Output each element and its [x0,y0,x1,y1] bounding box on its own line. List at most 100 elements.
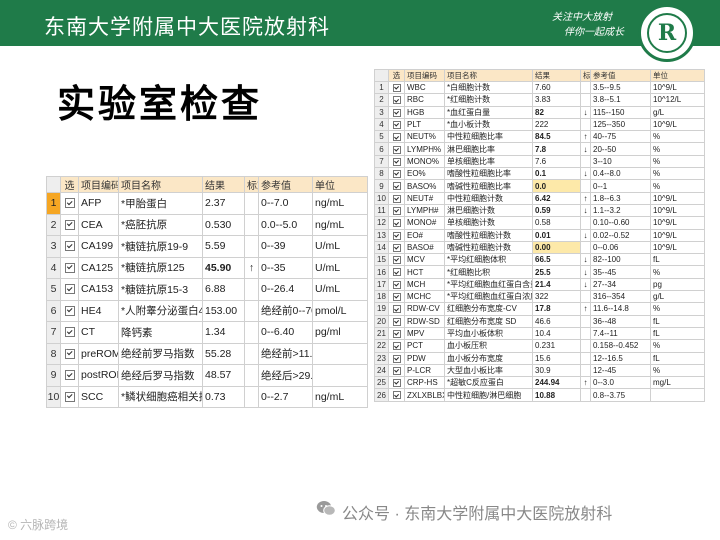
row-number[interactable]: 24 [374,363,389,378]
checkbox-checked-icon[interactable] [64,391,75,402]
blood-routine-row[interactable]: 6 LYMPH% 淋巴细胞比率 7.8 ↓ 20--50% [374,142,705,156]
blood-routine-col-header[interactable]: 单位 [650,69,705,82]
row-number[interactable]: 26 [374,388,389,402]
blood-routine-col-header[interactable]: 项目名称 [444,69,533,82]
blood-routine-row[interactable]: 12 MONO# 单核细胞计数 0.58 0.10--0.60 10^9/L [374,216,705,230]
select-cell[interactable] [60,299,79,322]
checkbox-checked-icon[interactable] [392,280,401,289]
blood-routine-row[interactable]: 18 MCHC *平均红细胞血红蛋白浓度 322 316--354 g/L [374,290,705,304]
blood-routine-row[interactable]: 1 WBC *白细胞计数 7.60 3.5--9.5 10^9/L [374,80,705,95]
checkbox-checked-icon[interactable] [64,284,75,295]
select-cell[interactable] [388,326,405,341]
tumor-marker-col-header[interactable]: 项目名称 [118,176,203,193]
blood-routine-row[interactable]: 4 PLT *血小板计数 222 125--350 10^9/L [374,117,705,132]
checkbox-checked-icon[interactable] [64,370,75,381]
blood-routine-row[interactable]: 25 CRP-HS *超敏C反应蛋白 244.94 ↑ 0--3.0 mg/L [374,376,705,390]
checkbox-checked-icon[interactable] [392,182,401,191]
row-number[interactable]: 25 [374,376,389,390]
blood-routine-row[interactable]: 2 RBC *红细胞计数 3.83 3.8--5.1 10^12/L [374,93,705,107]
tumor-marker-col-header[interactable]: 单位 [312,176,368,193]
tumor-marker-row[interactable]: 6 HE4*人附睾分泌蛋白4153.00 绝经前0--70;pmol/L [46,299,368,322]
checkbox-checked-icon[interactable] [64,241,75,252]
checkbox-checked-icon[interactable] [392,84,401,93]
select-cell[interactable] [388,376,405,390]
select-cell[interactable] [388,363,405,378]
tumor-marker-col-header[interactable]: 结果 [202,176,245,193]
checkbox-checked-icon[interactable] [392,157,401,166]
blood-routine-row[interactable]: 20 RDW-SD 红细胞分布宽度 SD 46.6 36--48 fL [374,314,705,328]
select-cell[interactable] [388,253,405,267]
checkbox-checked-icon[interactable] [392,96,401,105]
tumor-marker-row[interactable]: 2 CEA *癌胚抗原 0.530 0.0--5.0 ng/mL [46,213,368,236]
blood-routine-row[interactable]: 17 MCH *平均红细胞血红蛋白含量 21.4 ↓ 27--34 pg [374,277,705,292]
tumor-marker-row[interactable]: 5 CA153 *糖链抗原15-3 6.88 0--26.4 U/mL [46,278,368,301]
checkbox-checked-icon[interactable] [392,391,401,400]
row-number[interactable]: 2 [46,213,61,236]
select-cell[interactable] [388,117,405,132]
select-cell[interactable] [388,314,405,328]
checkbox-checked-icon[interactable] [64,348,75,359]
blood-routine-row[interactable]: 10 NEUT# 中性粒细胞计数 6.42 ↑ 1.8--6.3 10^9/L [374,191,705,205]
blood-routine-row[interactable]: 14 BASO# 嗜碱性粒细胞计数 0.00 0--0.06 10^9/L [374,240,705,255]
row-number[interactable]: 20 [374,314,389,328]
tumor-marker-row[interactable]: 9 postROMA绝经后罗马指数48.57 绝经后>29.9 % [46,364,368,387]
row-number[interactable]: 13 [374,228,389,242]
select-cell[interactable] [388,179,405,193]
blood-routine-col-header[interactable]: 参考值 [590,69,651,82]
row-number[interactable]: 18 [374,290,389,304]
checkbox-checked-icon[interactable] [392,329,401,338]
select-cell[interactable] [60,235,79,258]
blood-routine-row[interactable]: 3 HGB *血红蛋白量 82 ↓ 115--150 g/L [374,105,705,119]
checkbox-checked-icon[interactable] [392,194,401,203]
select-cell[interactable] [388,351,405,365]
select-cell[interactable] [60,342,79,365]
row-number[interactable]: 6 [374,142,389,156]
select-cell[interactable] [388,80,405,95]
row-number[interactable]: 1 [46,192,61,215]
select-cell[interactable] [388,167,405,181]
row-number[interactable]: 7 [374,154,389,169]
row-number[interactable]: 21 [374,326,389,341]
row-number[interactable]: 22 [374,339,389,353]
tumor-marker-row[interactable]: 1 AFP *甲胎蛋白 2.37 0--7.0 ng/mL [46,192,368,215]
select-cell[interactable] [60,321,79,344]
select-cell[interactable] [388,142,405,156]
row-number[interactable]: 5 [46,278,61,301]
checkbox-checked-icon[interactable] [64,327,75,338]
row-number[interactable]: 12 [374,216,389,230]
checkbox-checked-icon[interactable] [392,256,401,265]
blood-routine-row[interactable]: 5 NEUT% 中性粒细胞比率 84.5 ↑ 40--75% [374,130,705,144]
checkbox-checked-icon[interactable] [392,366,401,375]
row-number[interactable]: 10 [46,385,61,408]
checkbox-checked-icon[interactable] [392,342,401,351]
select-cell[interactable] [60,213,79,236]
checkbox-checked-icon[interactable] [392,268,401,277]
select-cell[interactable] [388,388,405,402]
checkbox-checked-icon[interactable] [392,231,401,240]
select-cell[interactable] [388,105,405,119]
select-cell[interactable] [388,191,405,205]
select-cell[interactable] [388,203,405,218]
checkbox-checked-icon[interactable] [392,108,401,117]
blood-routine-row[interactable]: 22 PCT 血小板压积 0.231 0.158--0.452% [374,339,705,353]
blood-routine-row[interactable]: 7 MONO% 单核细胞比率 7.6 3--10% [374,154,705,169]
select-cell[interactable] [388,240,405,255]
row-number[interactable]: 4 [374,117,389,132]
blood-routine-row[interactable]: 16 HCT *红细胞比积 25.5 ↓ 35--45% [374,265,705,279]
blood-routine-row[interactable]: 26 ZXLXBLBX 中性粒细胞/淋巴细胞 10.88 0.8--3.75 [374,388,705,402]
blood-routine-row[interactable]: 9 BASO% 嗜碱性粒细胞比率 0.0 0--1% [374,179,705,193]
select-cell[interactable] [388,154,405,169]
row-number[interactable]: 4 [46,256,61,279]
row-number[interactable]: 23 [374,351,389,365]
blood-routine-row[interactable]: 23 PDW 血小板分布宽度 15.6 12--16.5 fL [374,351,705,365]
blood-routine-row[interactable]: 19 RDW-CV 红细胞分布宽度-CV 17.8 ↑ 11.6--14.8% [374,302,705,316]
blood-routine-row[interactable]: 21 MPV 平均血小板体积 10.4 7.4--11 fL [374,326,705,341]
blood-routine-row[interactable]: 13 EO# 嗜酸性粒细胞计数 0.01 ↓ 0.02--0.52 10^9/L [374,228,705,242]
row-number[interactable]: 2 [374,93,389,107]
blood-routine-col-header[interactable]: 选 [388,69,405,82]
checkbox-checked-icon[interactable] [392,207,401,215]
blood-routine-row[interactable]: 15 MCV *平均红细胞体积 66.5 ↓ 82--100 fL [374,253,705,267]
select-cell[interactable] [60,192,79,215]
row-number[interactable]: 14 [374,240,389,255]
select-cell[interactable] [60,256,79,279]
